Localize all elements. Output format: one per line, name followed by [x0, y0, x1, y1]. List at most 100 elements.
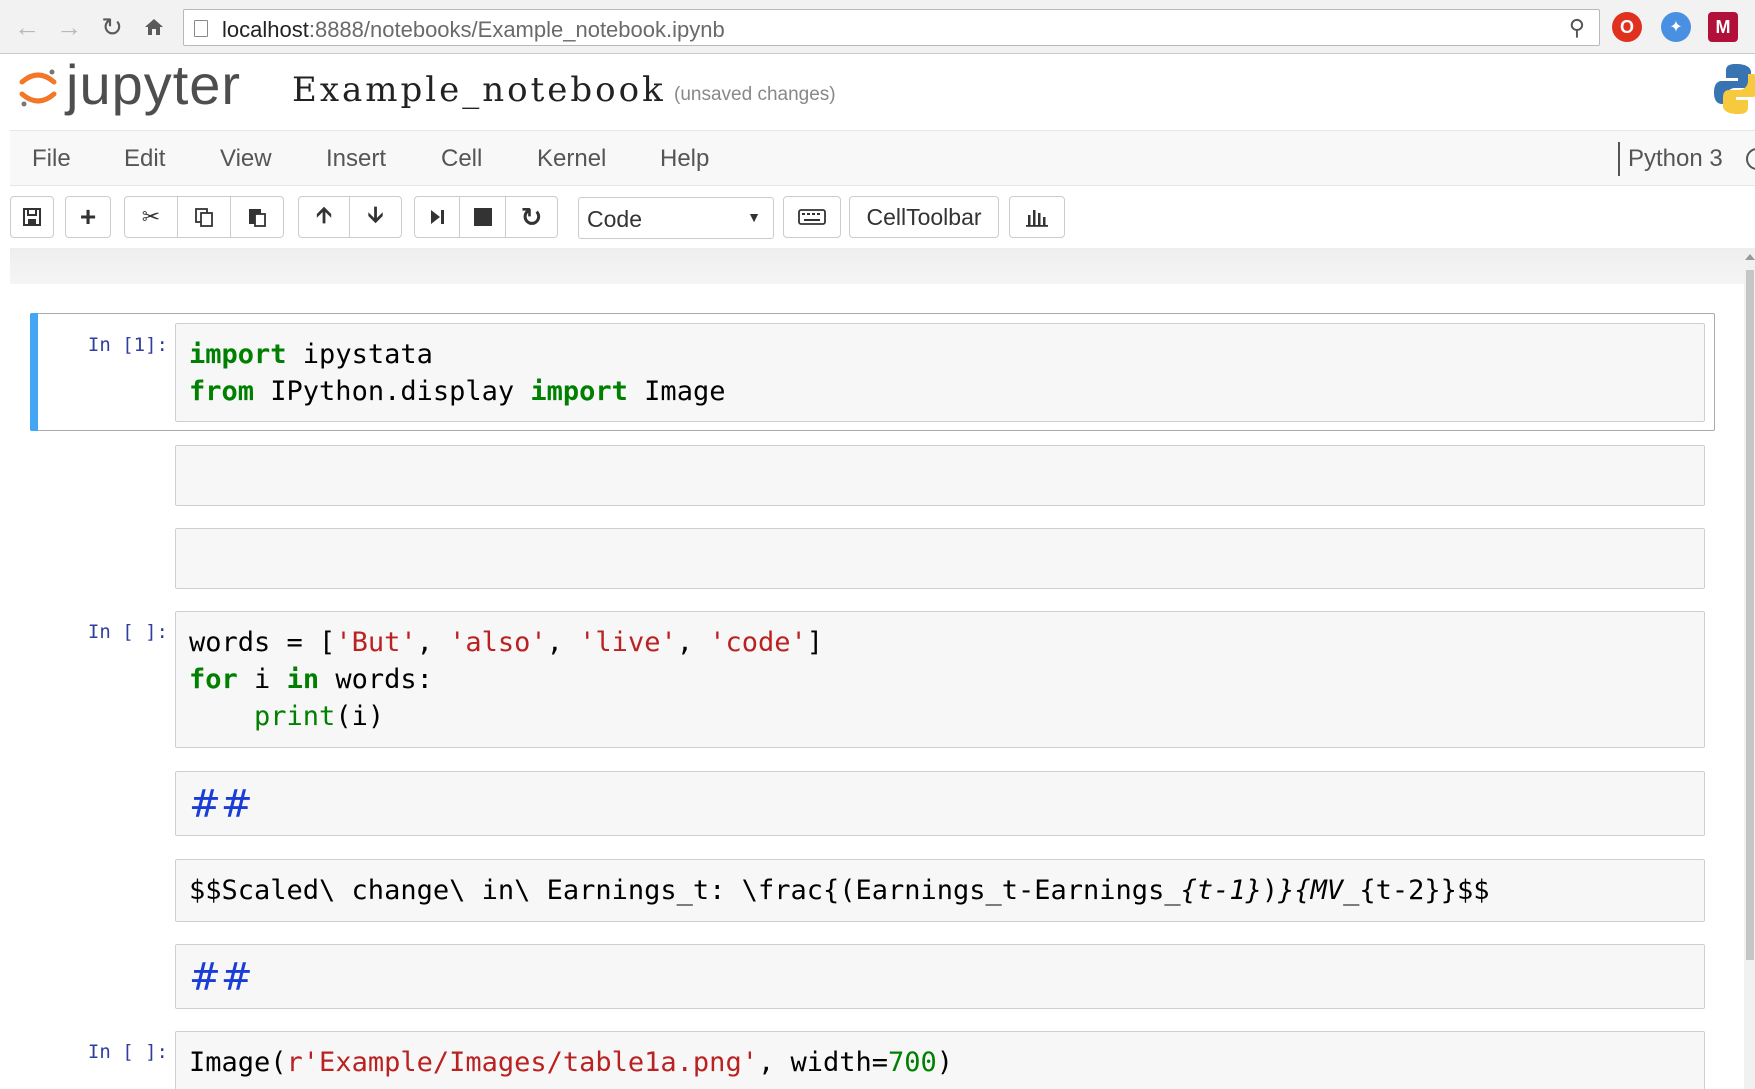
code-line: from IPython.display import Image [189, 373, 725, 410]
code-token: , [416, 627, 450, 658]
code-token: ipystata [286, 339, 433, 370]
code-token: IPython.display [254, 376, 531, 407]
command-palette-button[interactable] [783, 196, 841, 238]
insert-cell-button[interactable]: + [65, 196, 111, 238]
arrow-up-icon: 🡩 [316, 202, 332, 227]
markdown-input[interactable]: ## [175, 771, 1705, 836]
cell-type-select[interactable]: Code ▼ [578, 197, 774, 239]
move-cell-down-button[interactable]: 🡫 [350, 196, 402, 238]
reload-icon: ↻ [101, 11, 123, 42]
code-line: $$Scaled\ change\ in\ Earnings_t: \frac{… [189, 872, 1489, 909]
kernel-separator [1618, 142, 1620, 176]
code-token: ) [1261, 875, 1279, 906]
code-token: 'live' [579, 627, 677, 658]
floppy-disk-icon [23, 208, 41, 226]
plus-icon: + [79, 201, 97, 232]
code-token: 'code' [709, 627, 807, 658]
cell-prompt: In [1]: [87, 334, 168, 356]
code-token: ] [806, 627, 824, 658]
empty-code-input[interactable] [175, 445, 1705, 506]
reload-button[interactable]: ↻ [95, 10, 129, 44]
code-token: {t-2}}$$ [1359, 875, 1490, 906]
code-text: import ipystata from IPython.display impo… [189, 336, 725, 410]
mendeley-extension-icon[interactable]: M [1708, 12, 1738, 42]
scroll-up-arrow-icon[interactable] [1745, 254, 1755, 260]
code-token: Image [627, 376, 726, 407]
menu-edit[interactable]: Edit [124, 145, 165, 173]
forward-button[interactable]: → [52, 10, 86, 44]
move-cell-up-button[interactable]: 🡩 [298, 196, 350, 238]
jupyter-logo-icon [19, 69, 57, 107]
code-token: 'also' [449, 627, 547, 658]
code-token: 700 [888, 1047, 937, 1078]
restart-kernel-button[interactable]: ↻ [506, 196, 558, 238]
code-token: , width= [757, 1047, 888, 1078]
interrupt-kernel-button[interactable] [460, 196, 506, 238]
notebook-title[interactable]: Example_notebook [292, 70, 666, 110]
code-token: }{MV_ [1278, 875, 1360, 906]
save-status: (unsaved changes) [674, 84, 836, 105]
celltoolbar-button[interactable]: CellToolbar [849, 196, 999, 238]
save-button[interactable] [10, 196, 54, 238]
url-text: localhost:8888/notebooks/Example_noteboo… [222, 17, 725, 42]
arrow-down-icon: 🡫 [367, 202, 384, 227]
run-cell-button[interactable] [414, 196, 460, 238]
paste-icon [249, 209, 266, 227]
menubar: File Edit View Insert Cell Kernel Help P… [10, 130, 1755, 186]
code-token: , [546, 627, 580, 658]
bar-chart-icon [1026, 210, 1048, 227]
markdown-text: ## [189, 955, 253, 999]
zoom-icon[interactable]: ⚲ [1569, 15, 1585, 41]
code-text: $$Scaled\ change\ in\ Earnings_t: \frac{… [189, 872, 1489, 909]
code-token: print [254, 701, 336, 732]
code-line: Image(r'Example/Images/table1a.png', wid… [189, 1044, 953, 1081]
menu-insert[interactable]: Insert [326, 145, 386, 173]
page-icon [194, 20, 208, 37]
code-input[interactable]: Image(r'Example/Images/table1a.png', wid… [175, 1031, 1705, 1089]
cell-prompt: In [ ]: [87, 1041, 168, 1063]
home-button[interactable] [137, 10, 171, 44]
code-line: import ipystata [189, 336, 725, 373]
scrollbar-thumb[interactable] [1746, 270, 1754, 960]
menu-kernel[interactable]: Kernel [537, 145, 606, 173]
menu-help[interactable]: Help [660, 145, 709, 173]
stop-icon [473, 208, 492, 226]
menu-cell[interactable]: Cell [441, 145, 482, 173]
markdown-input[interactable]: ## [175, 944, 1705, 1009]
chart-button[interactable] [1009, 196, 1065, 238]
code-token: from [189, 376, 255, 407]
empty-code-input[interactable] [175, 528, 1705, 589]
address-bar[interactable]: localhost:8888/notebooks/Example_noteboo… [183, 9, 1600, 46]
copy-button[interactable] [178, 196, 231, 238]
code-token: ) [936, 1047, 954, 1078]
browser-toolbar: ← → ↻ localhost:8888/notebooks/Example_n… [0, 0, 1755, 54]
code-token: for [189, 664, 238, 695]
jupyter-logo-text[interactable]: jupyter [66, 52, 241, 117]
dropdown-arrow-icon: ▼ [747, 209, 761, 225]
code-line: for i in words: [189, 661, 823, 698]
code-line: print(i) [189, 698, 823, 735]
code-token: words: [319, 664, 433, 695]
notebook-header [0, 54, 1755, 130]
copy-icon [195, 208, 213, 227]
kernel-name: Python 3 [1628, 145, 1723, 172]
code-input[interactable]: words = ['But', 'also', 'live', 'code'] f… [175, 611, 1705, 748]
extension-icon[interactable]: ✦ [1661, 12, 1691, 42]
menu-file[interactable]: File [32, 145, 71, 173]
code-token: import [189, 339, 287, 370]
code-token: $$Scaled\ change\ in\ Earnings_t: \frac{… [189, 875, 1181, 906]
back-button[interactable]: ← [10, 10, 44, 44]
code-token: 'But' [335, 627, 417, 658]
keyboard-icon [798, 209, 826, 225]
code-token: Image( [189, 1047, 287, 1078]
opera-extension-icon[interactable]: O [1612, 12, 1642, 42]
notebook-top-shadow [10, 248, 1755, 284]
code-text: words = ['But', 'also', 'live', 'code'] f… [189, 624, 823, 735]
cut-button[interactable]: ✂ [124, 196, 178, 238]
code-input[interactable]: import ipystata from IPython.display impo… [175, 323, 1705, 422]
paste-button[interactable] [231, 196, 284, 238]
markdown-input[interactable]: $$Scaled\ change\ in\ Earnings_t: \frac{… [175, 859, 1705, 922]
menu-view[interactable]: View [220, 145, 272, 173]
code-text: Image(r'Example/Images/table1a.png', wid… [189, 1044, 953, 1081]
